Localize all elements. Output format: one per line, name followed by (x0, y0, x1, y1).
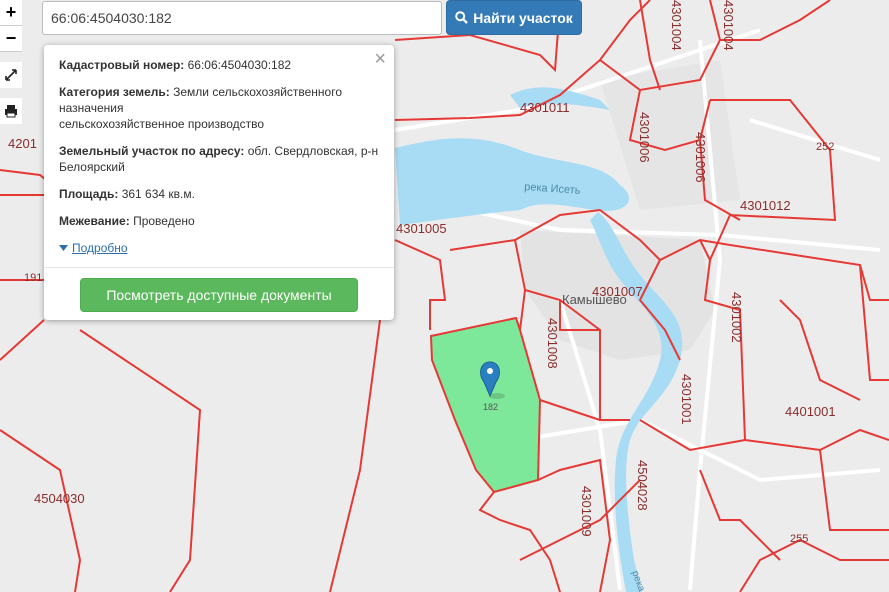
popup-divider (44, 267, 394, 268)
print-icon (5, 105, 17, 118)
print-button[interactable] (0, 98, 22, 124)
place-label: Камышево (562, 292, 627, 307)
parcel-number-191: 191 (24, 272, 42, 284)
close-icon[interactable]: × (374, 49, 386, 69)
land-category-row: Категория земель: Земли сельскохозяйстве… (59, 84, 379, 132)
quarter-label-4301005: 4301005 (396, 221, 447, 236)
land-category-label: Категория земель: (59, 85, 170, 99)
area-value: 361 634 кв.м. (121, 187, 195, 201)
zoom-out-button[interactable]: − (0, 26, 22, 52)
area-row: Площадь: 361 634 кв.м. (59, 186, 379, 202)
parcel-number-255: 255 (790, 533, 808, 545)
land-use-value: сельскохозяйственное производство (59, 117, 265, 131)
quarter-label-4301006b: 4301006 (693, 132, 708, 183)
cadastral-number-value: 66:06:4504030:182 (187, 58, 292, 72)
quarter-label-4301004b: 4301004 (721, 0, 736, 51)
search-icon (455, 11, 469, 24)
quarter-label-4301008: 4301008 (545, 318, 560, 369)
zoom-out-label: − (5, 28, 17, 48)
quarter-label-4504030: 4504030 (34, 491, 85, 506)
quarter-label-4301006a: 4301006 (637, 112, 652, 163)
expand-icon (5, 69, 17, 81)
address-label: Земельный участок по адресу: (59, 144, 245, 158)
address-row: Земельный участок по адресу: обл. Свердл… (59, 143, 379, 175)
quarter-label-4401001: 4401001 (785, 404, 836, 419)
cadastral-number-row: Кадастровый номер: 66:06:4504030:182 (59, 57, 379, 73)
zoom-in-label: + (5, 2, 17, 22)
fullscreen-button[interactable] (0, 62, 22, 88)
parcel-number-252: 252 (816, 141, 834, 153)
survey-row: Межевание: Проведено (59, 213, 379, 229)
quarter-label-4301004a: 4301004 (669, 0, 684, 51)
view-documents-button[interactable]: Посмотреть доступные документы (80, 278, 358, 312)
details-link-label: Подробно (72, 241, 128, 255)
survey-label: Межевание: (59, 214, 130, 228)
find-parcel-button[interactable]: Найти участок (446, 0, 582, 35)
area-label: Площадь: (59, 187, 119, 201)
parcel-info-popup: × Кадастровый номер: 66:06:4504030:182 К… (44, 45, 394, 320)
survey-value: Проведено (133, 214, 195, 228)
details-link[interactable]: Подробно (59, 241, 128, 255)
quarter-label-4301002: 4301002 (729, 292, 744, 343)
quarter-label-4301009: 4301009 (579, 486, 594, 537)
cadastral-number-label: Кадастровый номер: (59, 58, 185, 72)
zoom-in-button[interactable]: + (0, 0, 22, 26)
quarter-label-4301001: 4301001 (679, 374, 694, 425)
caret-down-icon (59, 245, 68, 251)
find-parcel-label: Найти участок (473, 9, 573, 26)
quarter-label-4301011: 4301011 (520, 100, 570, 115)
parcel-map-label: 182 (483, 402, 498, 412)
search-input[interactable] (42, 1, 442, 35)
quarter-label-4201: 4201 (8, 136, 37, 151)
quarter-label-4504028: 4504028 (635, 460, 650, 511)
quarter-label-4301012: 4301012 (740, 198, 791, 213)
